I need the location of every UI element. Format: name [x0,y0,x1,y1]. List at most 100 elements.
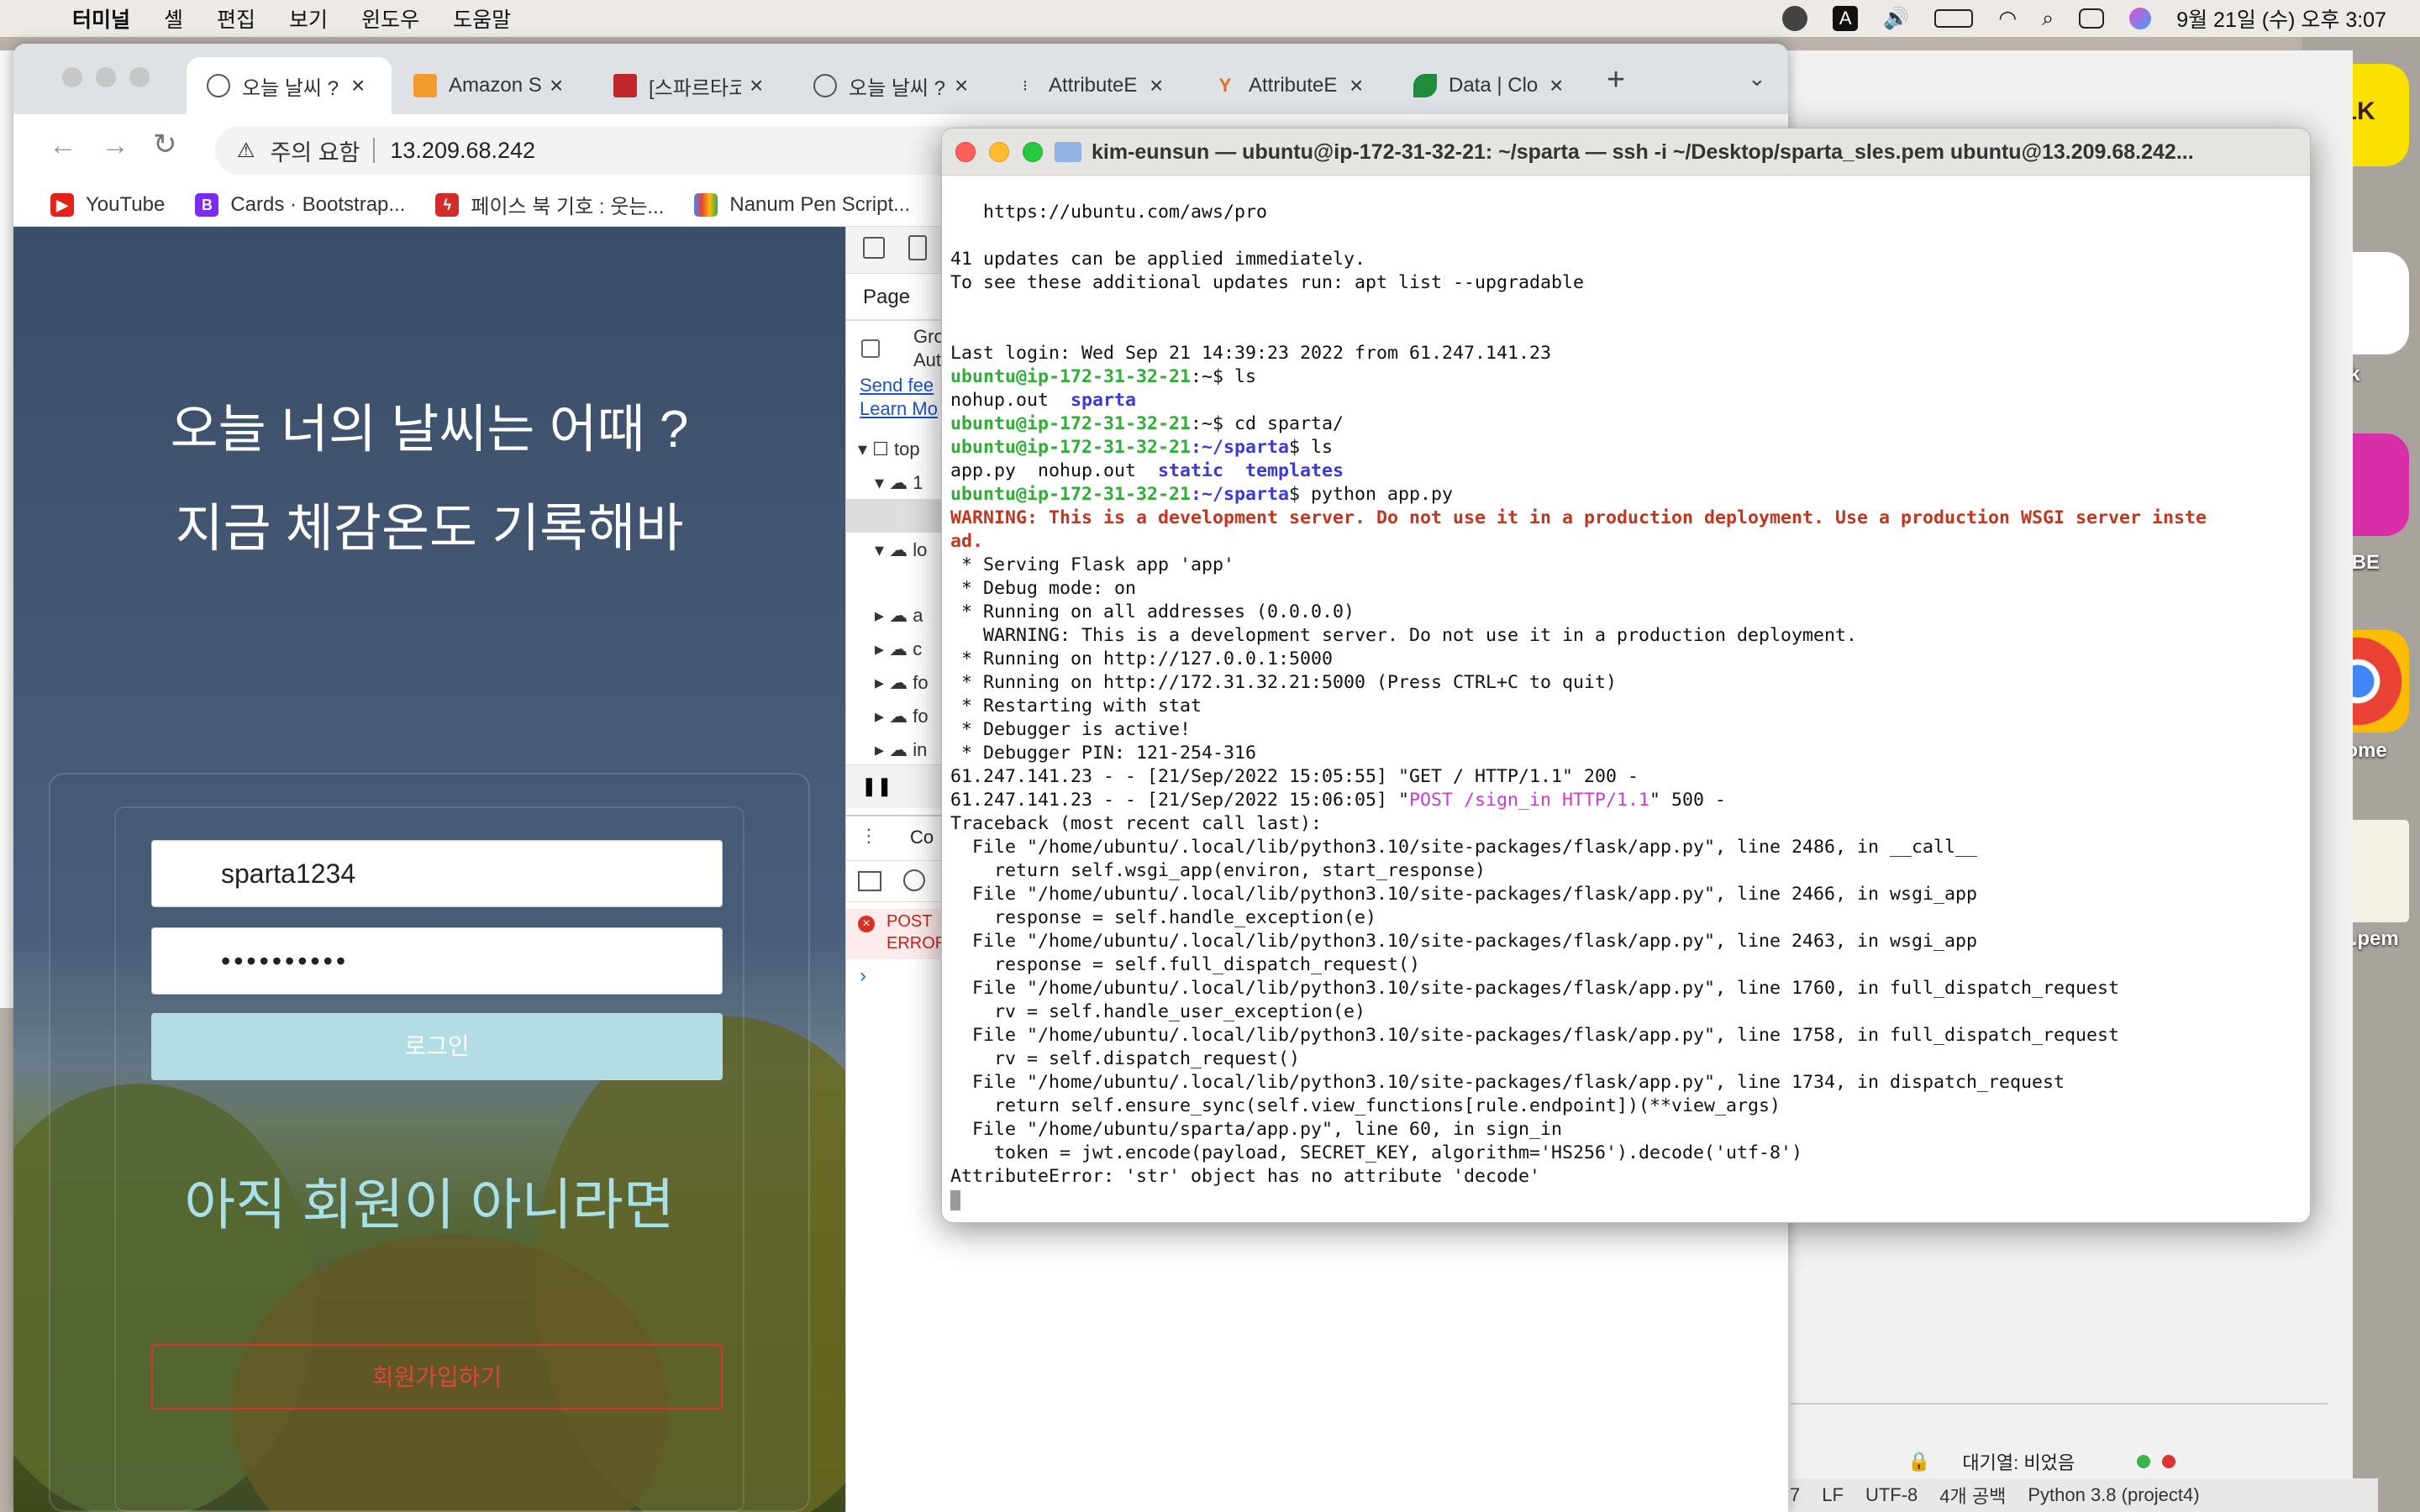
bookmark-label: 페이스 북 기호 : 웃는... [471,196,665,218]
terminal-line: * Running on http://127.0.0.1:5000 [950,648,1334,669]
inspect-element-icon[interactable] [863,237,885,259]
new-tab-icon[interactable]: + [1607,62,1625,98]
console-tab[interactable]: Co [910,827,934,848]
tab-attributeerror-1[interactable]: ⁝ AttributeE × [993,57,1192,114]
terminal-cursor [950,1190,960,1210]
bookmark-youtube[interactable]: ▶ YouTube [50,192,165,217]
terminal-cursor-line[interactable] [950,1189,2303,1212]
menu-item-window[interactable]: 윈도우 [361,3,419,34]
tree-cloud-fo1[interactable]: ▸ ☁ fo [875,672,929,694]
pause-icon[interactable]: ❚❚ [861,775,892,797]
menu-item-help[interactable]: 도움말 [453,3,511,34]
reload-icon[interactable]: ↻ [153,128,177,161]
tab-attributeerror-2[interactable]: Y AttributeE × [1193,57,1392,114]
input-source-badge[interactable]: A [1833,6,1859,31]
signup-button[interactable]: 회원가입하기 [151,1344,723,1410]
console-prompt-icon[interactable]: › [860,964,866,988]
folder-icon [1055,142,1081,162]
warning-triangle-icon[interactable]: ⚠ [237,139,255,163]
bookmark-bootstrap[interactable]: B Cards · Bootstrap... [195,192,405,217]
menu-item-view[interactable]: 보기 [289,3,328,34]
control-center-icon[interactable] [2079,8,2105,29]
traceback-line: return self.ensure_sync(self.view_functi… [950,1095,1781,1116]
back-arrow-icon[interactable]: ← [49,129,77,162]
prompt-line: ubuntu@ip-172-31-32-21:~/sparta$ ls [950,436,2303,459]
console-error-row[interactable]: × POST ERROR [846,909,947,959]
tab-weather-2[interactable]: 오늘 날씨 ? × [793,57,992,114]
tab-data-cloud[interactable]: Data | Clo × [1393,57,1591,114]
tab-close-icon[interactable]: × [955,72,968,99]
battery-icon[interactable] [1934,9,1974,28]
tab-close-icon[interactable]: × [351,72,365,99]
username-input[interactable]: sparta1234 [151,840,723,907]
clear-console-icon[interactable] [903,869,925,891]
tab-weather-active[interactable]: 오늘 날씨 ? × [187,57,392,114]
traceback-line: rv = self.handle_user_exception(e) [950,1001,1366,1022]
password-input[interactable]: •••••••••• [151,927,723,995]
sources-page-tab[interactable]: Page [863,286,910,309]
menu-item-edit[interactable]: 편집 [217,3,255,34]
learn-more-link[interactable]: Learn Mo [860,398,938,420]
group-checkbox[interactable] [861,339,880,358]
tab-title: AttributeE [1249,74,1338,97]
tree-cloud-a[interactable]: ▸ ☁ a [875,605,923,627]
bookmark-nanum-pen[interactable]: Nanum Pen Script... [694,192,910,217]
window-close-button[interactable] [62,67,82,87]
volume-icon[interactable]: 🔊 [1883,7,1909,31]
menu-datetime[interactable]: 9월 21일 (수) 오후 3:07 [2176,3,2386,34]
tree-selected-row[interactable] [846,499,942,533]
ide-eol[interactable]: LF [1822,1484,1844,1506]
tab-search-chevron-icon[interactable]: ⌄ [1748,66,1766,92]
tree-label: fo [913,672,929,693]
console-toolbar [846,860,942,902]
ide-interpreter[interactable]: Python 3.8 (project4) [2028,1484,2199,1506]
leaf-icon [1413,74,1437,97]
device-toolbar-icon[interactable] [908,235,927,260]
send-feedback-link[interactable]: Send fee [860,375,934,396]
tree-cloud-lo[interactable]: ▾ ☁ lo [875,539,927,561]
wifi-icon[interactable]: ◠ [1998,6,2017,31]
tab-close-icon[interactable]: × [550,72,563,99]
security-label[interactable]: 주의 요함 [271,134,360,167]
tab-close-icon[interactable]: × [1150,72,1163,99]
post-request-line: 61.247.141.23 - - [21/Sep/2022 15:06:05]… [950,789,2303,812]
error-icon: × [858,916,875,932]
tab-title: AttributeE [1049,74,1138,97]
tab-amazon[interactable]: Amazon S × [393,57,592,114]
tab-sparta[interactable]: [스파르타코 × [593,57,792,114]
tab-close-icon[interactable]: × [1349,72,1363,99]
ide-indent[interactable]: 4개 공백 [1939,1482,2006,1509]
prompt-path: :~ [1191,413,1213,434]
terminal-zoom-button[interactable] [1023,142,1043,162]
terminal-line: * Serving Flask app 'app' [950,554,1235,575]
ide-encoding[interactable]: UTF-8 [1865,1484,1918,1506]
group-label: Gro [913,326,944,347]
login-button[interactable]: 로그인 [151,1013,723,1080]
window-minimize-button[interactable] [96,67,116,87]
tree-cloud-1[interactable]: ▾ ☁ 1 [875,472,923,494]
tab-close-icon[interactable]: × [750,72,763,99]
siri-icon[interactable] [2129,8,2152,29]
terminal-minimize-button[interactable] [989,142,1009,162]
ide-line-col[interactable]: 7 [1790,1484,1800,1506]
tree-label: 1 [913,472,923,493]
tree-cloud-in[interactable]: ▸ ☁ in [875,739,927,761]
traceback-line: token = jwt.encode(payload, SECRET_KEY, … [950,1142,1803,1163]
drawer-menu-icon[interactable]: ⋮ [860,825,878,847]
spotlight-search-icon[interactable]: ⌕ [2042,7,2054,31]
menu-item-shell[interactable]: 셸 [164,3,183,34]
terminal-output[interactable]: https://ubuntu.com/aws/pro 41 updates ca… [950,201,2303,1212]
tree-top[interactable]: ▾ ☐ top [858,438,920,460]
notification-icon[interactable] [1782,6,1808,31]
forward-arrow-icon[interactable]: → [101,129,129,162]
terminal-close-button[interactable] [955,142,976,162]
menu-app-name[interactable]: 터미널 [72,3,130,34]
tab-close-icon[interactable]: × [1549,72,1563,99]
traceback-line: File "/home/ubuntu/.local/lib/python3.10… [950,1072,2065,1093]
tree-cloud-fo2[interactable]: ▸ ☁ fo [875,706,929,727]
url-text[interactable]: 13.209.68.242 [390,138,535,164]
sidebar-toggle-icon[interactable] [858,871,881,891]
window-zoom-button[interactable] [129,67,150,87]
tree-cloud-c[interactable]: ▸ ☁ c [875,638,922,660]
bookmark-facebook-symbols[interactable]: ϟ 페이스 북 기호 : 웃는... [435,190,664,219]
